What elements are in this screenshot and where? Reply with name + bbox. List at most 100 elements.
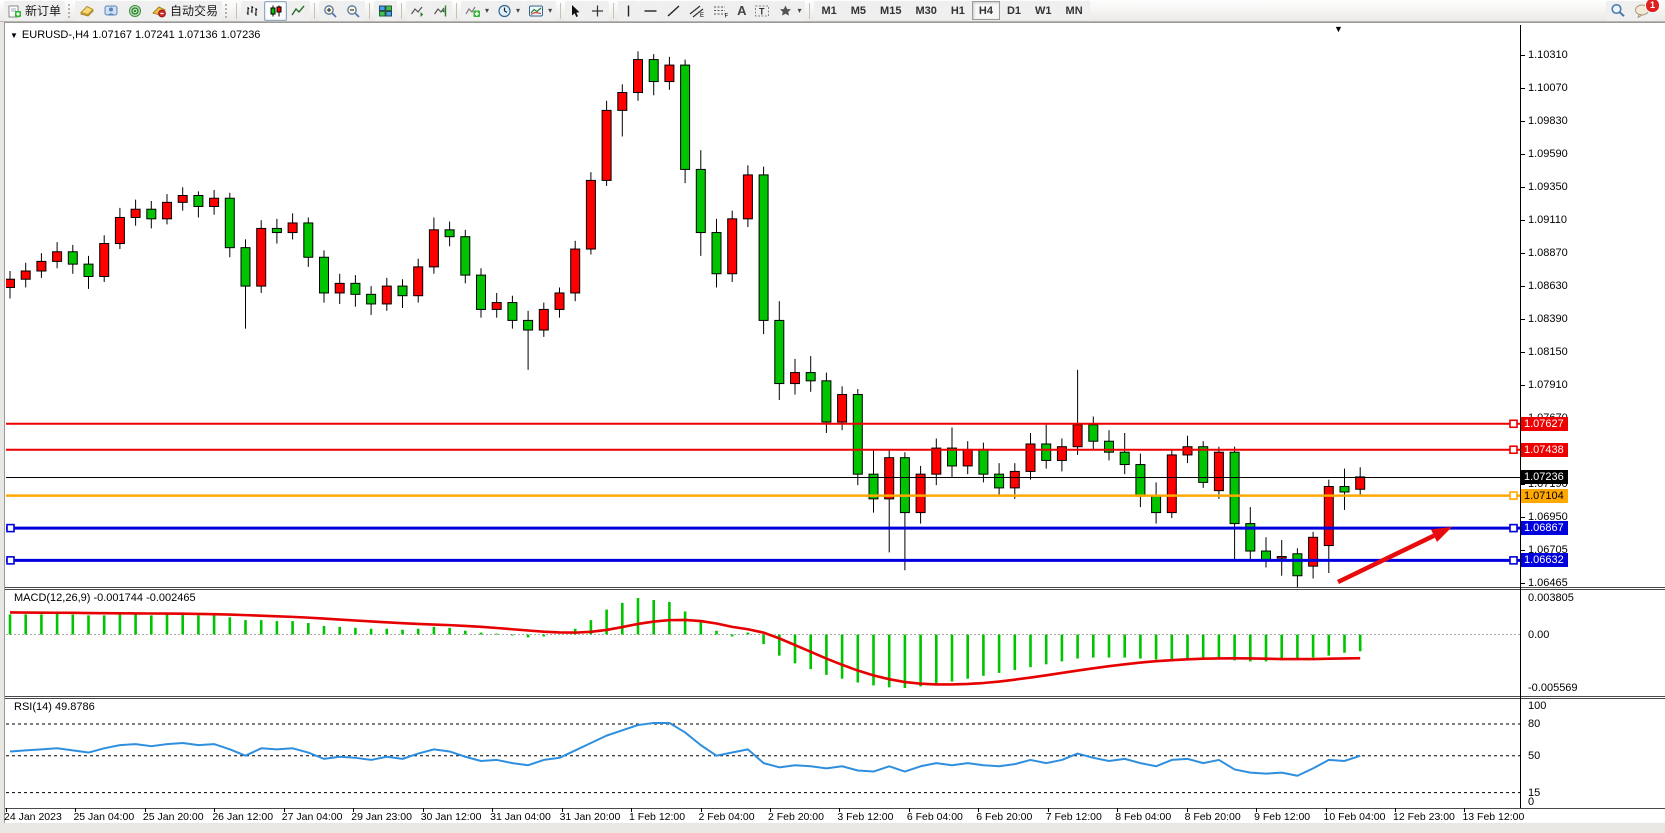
text-button[interactable]: A bbox=[733, 1, 750, 21]
line-anchor[interactable] bbox=[7, 525, 14, 532]
bar-chart-button[interactable] bbox=[241, 1, 264, 21]
price-axis-tick bbox=[1521, 286, 1525, 287]
templates-button[interactable]: ▾ bbox=[524, 1, 556, 21]
timeframe-button-h1[interactable]: H1 bbox=[944, 1, 972, 20]
new-order-label: 新订单 bbox=[25, 2, 61, 19]
fibonacci-icon: F bbox=[713, 4, 729, 18]
search-button[interactable] bbox=[1606, 1, 1630, 21]
price-axis-label: 1.08870 bbox=[1528, 247, 1568, 259]
candles-layer bbox=[6, 51, 1365, 587]
periods-button[interactable]: ▾ bbox=[493, 1, 524, 21]
line-anchor[interactable] bbox=[1510, 492, 1517, 499]
time-axis-label: 6 Feb 20:00 bbox=[976, 811, 1032, 823]
market-watch-icon bbox=[79, 4, 95, 18]
line-anchor[interactable] bbox=[1510, 446, 1517, 453]
candlestick-chart-button[interactable] bbox=[264, 1, 287, 21]
toolbar-separator bbox=[401, 3, 402, 19]
macd-histogram bbox=[10, 598, 1360, 688]
chart-shift-icon bbox=[433, 4, 448, 18]
line-anchor[interactable] bbox=[1510, 557, 1517, 564]
autotrading-label: 自动交易 bbox=[170, 2, 218, 19]
rsi-pane-canvas[interactable] bbox=[6, 700, 1520, 808]
auto-scroll-button[interactable] bbox=[406, 1, 429, 21]
toolbar-separator bbox=[236, 3, 237, 19]
dropdown-caret: ▾ bbox=[516, 6, 520, 15]
line-anchor[interactable] bbox=[1510, 525, 1517, 532]
timeframe-button-m15[interactable]: M15 bbox=[873, 1, 908, 20]
trend-arrow-head[interactable] bbox=[1431, 527, 1452, 542]
trend-arrow[interactable] bbox=[1338, 536, 1434, 582]
vertical-line-button[interactable] bbox=[618, 1, 639, 21]
chart-shift-button[interactable] bbox=[429, 1, 452, 21]
rsi-line bbox=[10, 723, 1360, 776]
toolbar-grip bbox=[225, 4, 229, 18]
templates-icon bbox=[528, 4, 544, 18]
channel-button[interactable]: E bbox=[685, 1, 709, 21]
price-axis-label: 1.07910 bbox=[1528, 379, 1568, 391]
text-label-button[interactable]: T bbox=[750, 1, 774, 21]
price-axis-tick bbox=[1521, 517, 1525, 518]
navigator-button[interactable] bbox=[123, 1, 147, 21]
timeframe-button-h4[interactable]: H4 bbox=[972, 1, 1000, 20]
channel-icon: E bbox=[689, 4, 705, 18]
autotrading-button[interactable]: 自动交易 bbox=[147, 1, 222, 21]
notifications-button[interactable]: 1 bbox=[1630, 1, 1655, 21]
timeframe-button-mn[interactable]: MN bbox=[1059, 1, 1090, 20]
price-axis-tick bbox=[1521, 385, 1525, 386]
search-icon bbox=[1610, 3, 1626, 18]
line-chart-button[interactable] bbox=[287, 1, 310, 21]
market-watch-button[interactable] bbox=[75, 1, 99, 21]
pane-separator[interactable] bbox=[5, 696, 1665, 697]
dropdown-caret: ▾ bbox=[548, 6, 552, 15]
line-anchor[interactable] bbox=[7, 557, 14, 564]
time-axis-label: 7 Feb 12:00 bbox=[1046, 811, 1102, 823]
periods-icon bbox=[497, 4, 512, 18]
horizontal-line-button[interactable] bbox=[639, 1, 662, 21]
trendline-button[interactable] bbox=[662, 1, 685, 21]
pane-separator[interactable] bbox=[5, 589, 1665, 590]
zoom-in-button[interactable] bbox=[319, 1, 342, 21]
time-axis-label: 29 Jan 23:00 bbox=[351, 811, 412, 823]
toolbar-separator bbox=[314, 3, 315, 19]
price-badge: 1.07104 bbox=[1521, 489, 1568, 503]
cursor-button[interactable] bbox=[565, 1, 586, 21]
crosshair-icon bbox=[590, 4, 605, 18]
mt4-terminal: 新订单 自动交易 bbox=[0, 0, 1665, 833]
time-axis-label: 13 Feb 12:00 bbox=[1462, 811, 1524, 823]
arrows-icon bbox=[778, 4, 793, 18]
rsi-axis-label: 50 bbox=[1528, 750, 1540, 762]
indicators-button[interactable]: ▾ bbox=[461, 1, 493, 21]
time-axis-label: 30 Jan 12:00 bbox=[421, 811, 482, 823]
fibonacci-button[interactable]: F bbox=[709, 1, 733, 21]
timeframe-button-m5[interactable]: M5 bbox=[844, 1, 873, 20]
horizontal-line-icon bbox=[643, 4, 658, 18]
tile-windows-button[interactable] bbox=[374, 1, 397, 21]
time-axis-label: 24 Jan 2023 bbox=[4, 811, 62, 823]
timeframe-button-m30[interactable]: M30 bbox=[908, 1, 943, 20]
pane-separator[interactable] bbox=[5, 698, 1665, 699]
timeframe-button-w1[interactable]: W1 bbox=[1028, 1, 1059, 20]
time-axis-label: 9 Feb 12:00 bbox=[1254, 811, 1310, 823]
time-axis-label: 2 Feb 04:00 bbox=[699, 811, 755, 823]
time-axis-label: 25 Jan 04:00 bbox=[73, 811, 134, 823]
arrows-tool-button[interactable]: ▾ bbox=[774, 1, 805, 21]
price-badge: 1.06867 bbox=[1521, 521, 1568, 535]
toolbar-separator bbox=[369, 3, 370, 19]
zoom-out-button[interactable] bbox=[342, 1, 365, 21]
text-icon: A bbox=[737, 3, 746, 18]
rsi-label: RSI(14) 49.8786 bbox=[14, 701, 95, 713]
candlestick-chart-icon bbox=[268, 4, 283, 18]
main-chart-canvas[interactable] bbox=[6, 25, 1520, 587]
toolbar-separator bbox=[809, 3, 810, 19]
crosshair-button[interactable] bbox=[586, 1, 609, 21]
new-order-button[interactable]: 新订单 bbox=[4, 1, 65, 21]
pane-separator[interactable] bbox=[5, 587, 1665, 588]
macd-axis-label: -0.005569 bbox=[1528, 682, 1578, 694]
data-window-button[interactable] bbox=[99, 1, 123, 21]
timeframe-button-d1[interactable]: D1 bbox=[1000, 1, 1028, 20]
timeframe-button-m1[interactable]: M1 bbox=[814, 1, 843, 20]
macd-pane-canvas[interactable] bbox=[6, 590, 1520, 696]
time-axis-label: 10 Feb 04:00 bbox=[1324, 811, 1386, 823]
navigator-icon bbox=[127, 4, 143, 18]
line-anchor[interactable] bbox=[1510, 420, 1517, 427]
